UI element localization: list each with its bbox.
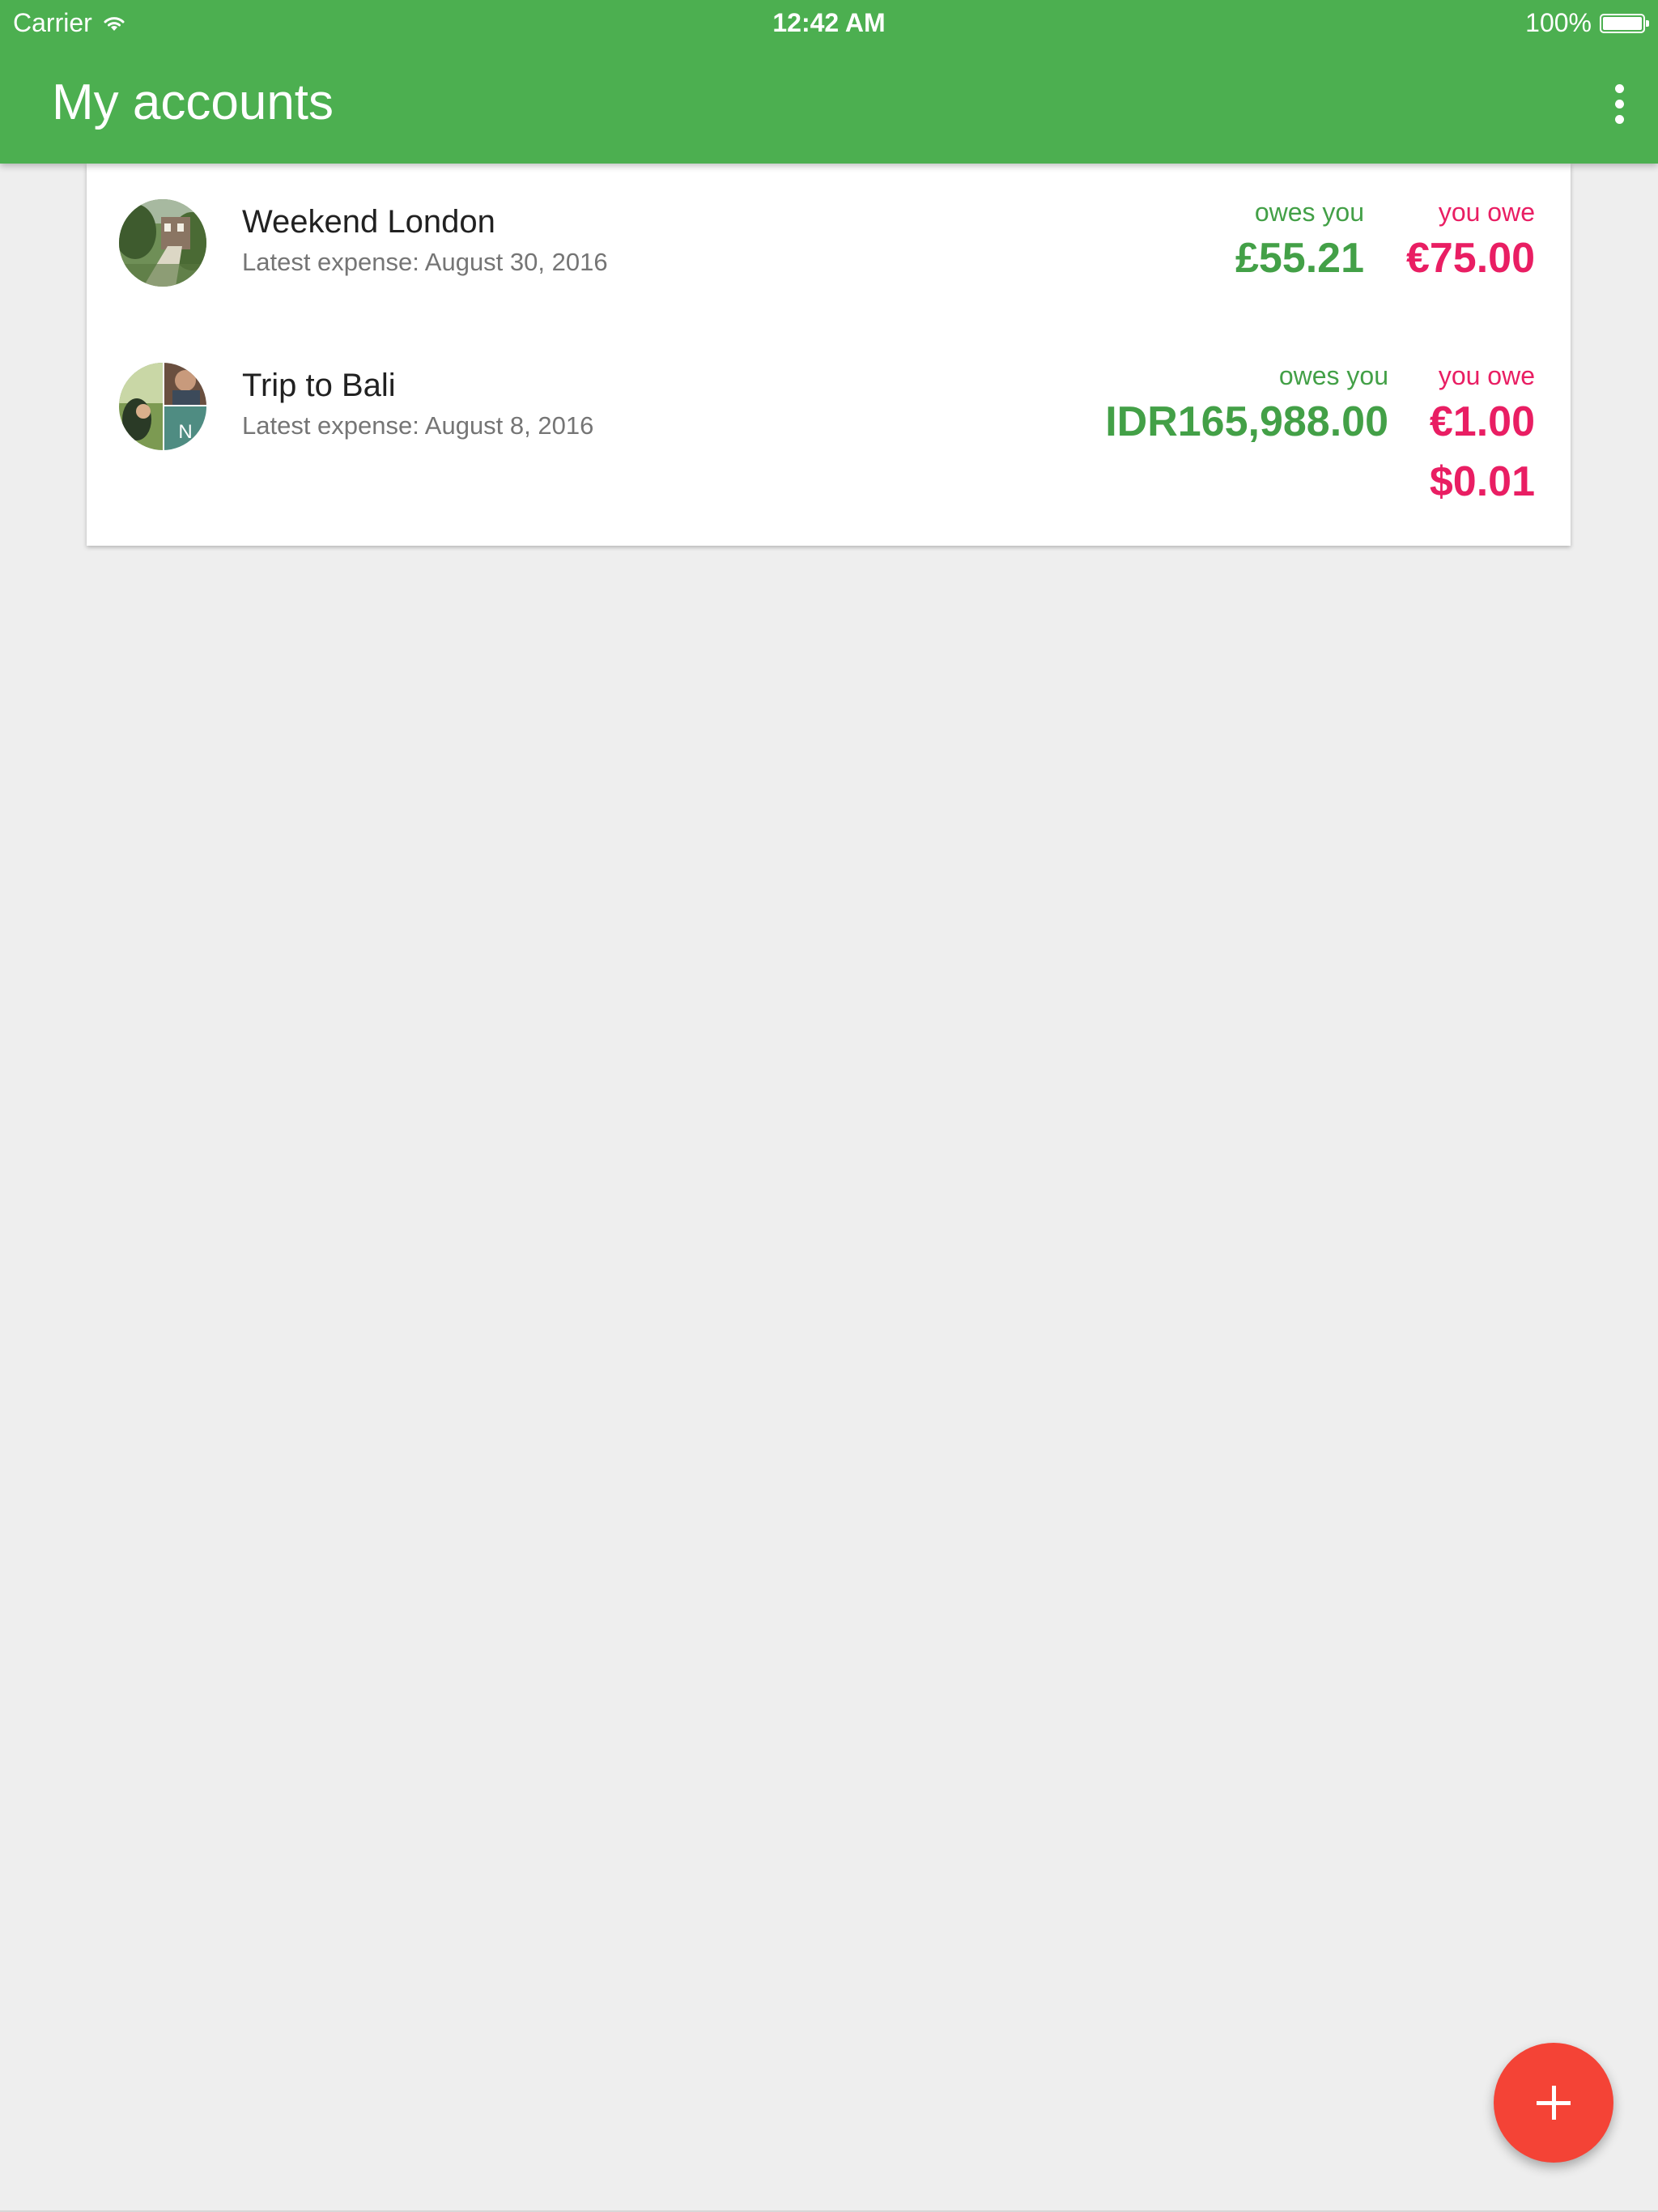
owes-you-column: owes you IDR165,988.00: [1105, 359, 1388, 452]
you-owe-column: you owe €75.00: [1406, 196, 1535, 288]
add-account-button[interactable]: [1494, 2043, 1613, 2163]
owes-you-label: owes you: [1254, 198, 1364, 227]
group-collage-avatar: N: [119, 363, 206, 450]
app-bar: Carrier 12:42 AM 100% My accounts: [0, 0, 1658, 164]
you-owe-amount: €75.00: [1405, 235, 1535, 282]
accounts-list: Weekend London Latest expense: August 30…: [87, 164, 1571, 546]
group-photo-avatar: [119, 199, 206, 287]
owes-you-column: owes you £55.21: [1235, 196, 1364, 288]
page-title: My accounts: [52, 74, 334, 130]
account-latest-expense: Latest expense: August 8, 2016: [242, 411, 594, 440]
battery-icon: [1600, 13, 1649, 33]
avatar-initial: N: [178, 421, 192, 443]
owes-you-amount: £55.21: [1235, 235, 1364, 282]
status-time: 12:42 AM: [772, 8, 886, 37]
account-row-weekend-london[interactable]: Weekend London Latest expense: August 30…: [87, 164, 1571, 325]
account-name: Weekend London: [242, 204, 495, 240]
owes-you-label: owes you: [1278, 361, 1388, 390]
you-owe-label: you owe: [1438, 198, 1535, 227]
you-owe-column: you owe €1.00 $0.01: [1430, 359, 1535, 512]
account-latest-expense: Latest expense: August 30, 2016: [242, 248, 608, 276]
you-owe-label: you owe: [1438, 361, 1535, 390]
status-bar: Carrier 12:42 AM 100%: [0, 0, 1658, 45]
status-battery: 100%: [1525, 8, 1649, 38]
you-owe-amount: $0.01: [1429, 458, 1535, 505]
battery-percent: 100%: [1525, 8, 1592, 37]
more-vert-icon[interactable]: [1595, 74, 1643, 133]
account-name: Trip to Bali: [242, 368, 396, 403]
you-owe-amount: €1.00: [1429, 398, 1535, 445]
owes-you-amount: IDR165,988.00: [1105, 398, 1388, 445]
account-row-trip-to-bali[interactable]: N Trip to Bali Latest expense: August 8,…: [87, 325, 1571, 546]
